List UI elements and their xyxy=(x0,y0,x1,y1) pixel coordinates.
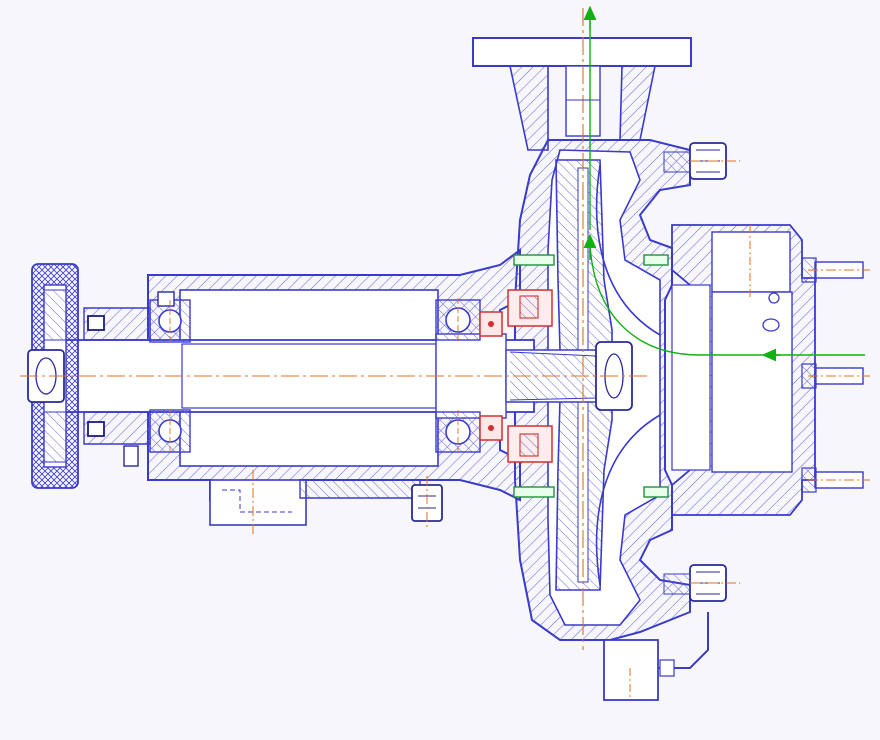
pump-cross-section-drawing xyxy=(20,5,870,701)
suction-cover xyxy=(671,224,816,516)
pump-drawing-canvas xyxy=(0,0,880,740)
discharge-flange xyxy=(472,37,692,67)
support-foot xyxy=(299,479,421,499)
